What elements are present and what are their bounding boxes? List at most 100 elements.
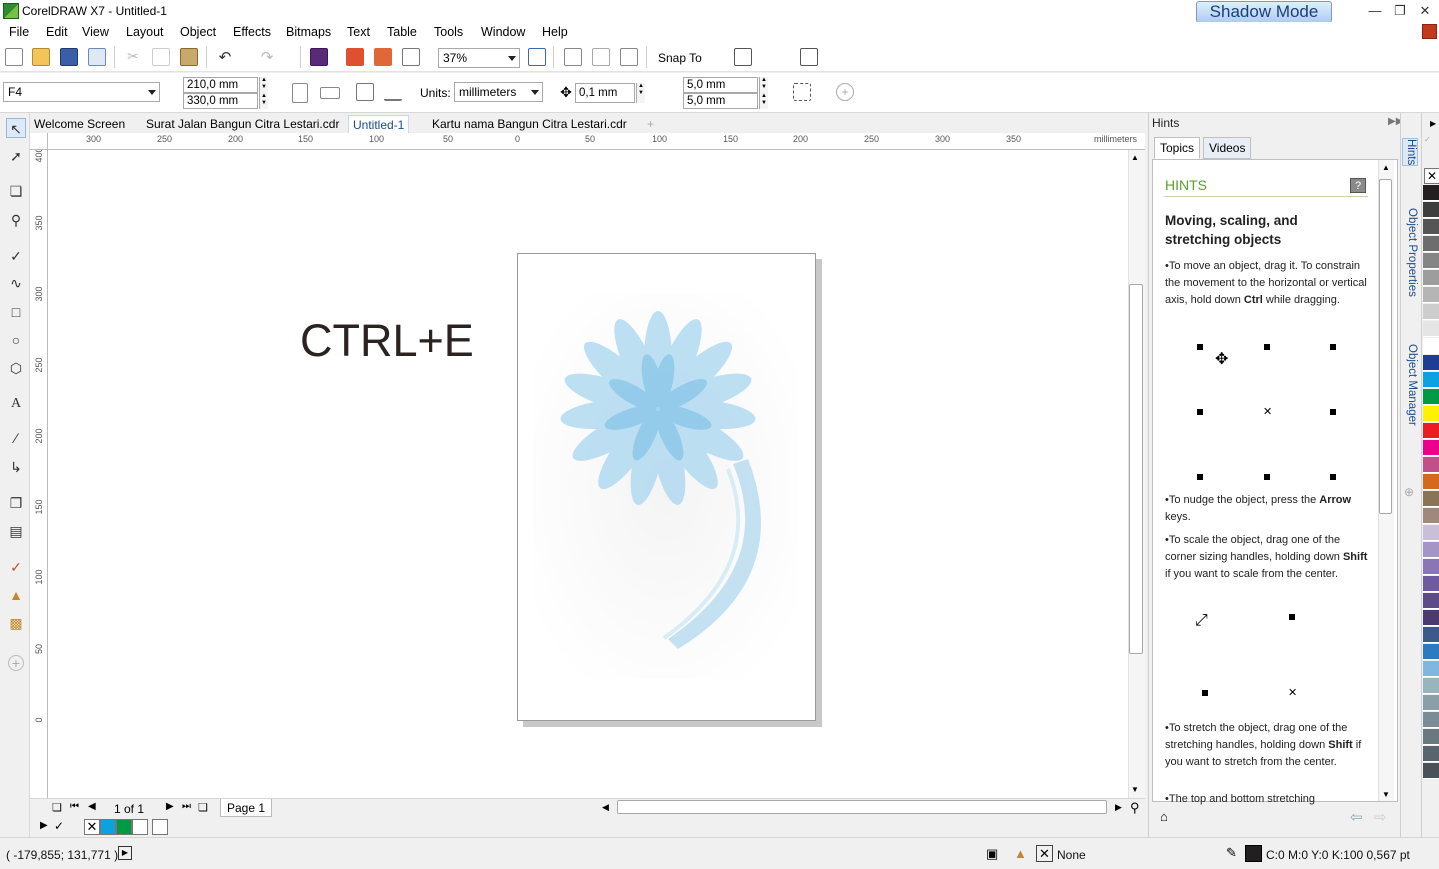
export-icon[interactable] (374, 48, 392, 66)
scroll-down-arrow[interactable]: ▼ (1131, 785, 1139, 794)
tab-videos[interactable]: Videos (1203, 137, 1252, 159)
page-frame-icon[interactable] (793, 83, 811, 101)
palette-color-swatch[interactable] (1423, 508, 1439, 524)
hints-back-icon[interactable]: ⇦ (1350, 808, 1363, 826)
menu-help[interactable]: Help (542, 25, 568, 39)
palette-color-swatch[interactable] (1423, 678, 1439, 694)
rectangle-tool-icon[interactable]: □ (6, 302, 26, 322)
scroll-right-arrow[interactable]: ▶ (1115, 802, 1122, 813)
palette-color-swatch[interactable] (1423, 593, 1439, 609)
duplicate-y-stepper[interactable]: ▲ ▼ (759, 93, 768, 109)
scroll-left-arrow[interactable]: ◀ (602, 802, 609, 813)
ellipse-tool-icon[interactable]: ○ (6, 330, 26, 350)
all-pages-icon[interactable] (356, 83, 374, 101)
page-width-stepper[interactable]: ▲ ▼ (259, 77, 268, 93)
palette-color-swatch[interactable] (1423, 253, 1439, 269)
palette-arrow-icon[interactable]: ▶ (40, 820, 48, 831)
palette-color-swatch[interactable] (1423, 763, 1439, 779)
page-size-select[interactable]: F4 (3, 82, 160, 102)
palette-color-swatch[interactable] (1423, 695, 1439, 711)
palette-color-swatch[interactable] (1423, 406, 1439, 422)
hints-help-icon[interactable]: ? (1350, 178, 1366, 193)
palette-color-swatch[interactable] (1423, 202, 1439, 218)
palette-color-swatch[interactable] (1423, 236, 1439, 252)
search-content-icon[interactable] (310, 48, 328, 66)
menu-text[interactable]: Text (347, 25, 370, 39)
document-page[interactable] (517, 253, 816, 721)
interactive-fill-icon[interactable]: ▲ (6, 585, 26, 605)
palette-color-swatch[interactable] (1423, 287, 1439, 303)
palette-color-swatch[interactable] (1423, 491, 1439, 507)
smart-fill-icon[interactable]: ▩ (6, 613, 26, 633)
page-width-field[interactable]: 210,0 mm (183, 77, 258, 93)
menu-layout[interactable]: Layout (126, 25, 164, 39)
add-page-after-icon[interactable]: ❏ (198, 801, 208, 814)
drop-shadow-tool-icon[interactable]: ❐ (6, 493, 26, 513)
first-page-icon[interactable]: ⏮ (70, 801, 79, 812)
add-tab-icon[interactable]: + (643, 115, 658, 133)
page-tab[interactable]: Page 1 (220, 799, 273, 817)
redo-icon[interactable]: ↷ (258, 48, 276, 66)
new-document-icon[interactable] (5, 48, 23, 66)
maximize-icon[interactable]: ❐ (1389, 2, 1411, 20)
vertical-scroll-thumb[interactable] (1129, 284, 1143, 654)
menu-effects[interactable]: Effects (233, 25, 271, 39)
palette-color-swatch[interactable] (1423, 185, 1439, 201)
menu-window[interactable]: Window (481, 25, 525, 39)
palette-color-swatch[interactable] (1423, 474, 1439, 490)
polygon-tool-icon[interactable]: ⬡ (6, 358, 26, 378)
nudge-stepper[interactable]: ▲ ▼ (636, 83, 645, 103)
previous-page-icon[interactable]: ◀ (88, 801, 96, 812)
palette-color-swatch[interactable] (1423, 559, 1439, 575)
full-screen-icon[interactable] (528, 48, 546, 66)
fill-bucket-icon[interactable]: ▲ (1014, 846, 1027, 861)
add-page-before-icon[interactable]: ❏ (52, 801, 62, 814)
color-swatch[interactable] (116, 819, 132, 835)
show-guidelines-icon[interactable] (620, 48, 638, 66)
docker-tab-hints[interactable]: Hints (1402, 138, 1418, 167)
no-fill-swatch[interactable]: ✕ (1424, 168, 1439, 184)
snap-to-dropdown[interactable]: Snap To (658, 51, 702, 65)
portrait-icon[interactable] (292, 83, 308, 103)
parallel-dimension-tool-icon[interactable]: ∕ (6, 428, 26, 448)
palette-color-swatch[interactable] (1423, 304, 1439, 320)
options-icon[interactable] (734, 48, 752, 66)
palette-color-swatch[interactable] (1423, 542, 1439, 558)
palette-color-swatch[interactable] (1423, 712, 1439, 728)
menu-table[interactable]: Table (387, 25, 417, 39)
add-icon[interactable]: + (836, 83, 854, 101)
freehand-tool-icon[interactable]: ✓ (6, 246, 26, 266)
coreldraw-app-icon[interactable] (3, 3, 19, 19)
palette-color-swatch[interactable] (1423, 576, 1439, 592)
application-launcher-icon[interactable] (762, 48, 780, 66)
text-tool-icon[interactable]: A (6, 394, 26, 414)
palette-color-swatch[interactable] (1423, 644, 1439, 660)
palette-color-swatch[interactable] (1423, 423, 1439, 439)
status-play-icon[interactable]: ▶ (118, 846, 132, 860)
tab-topics[interactable]: Topics (1154, 137, 1201, 159)
import-icon[interactable] (346, 48, 364, 66)
palette-color-swatch[interactable] (1423, 338, 1439, 354)
palette-color-swatch[interactable] (1423, 270, 1439, 286)
next-page-icon[interactable]: ▶ (166, 801, 174, 812)
hints-scroll-down[interactable]: ▼ (1382, 790, 1390, 799)
tab-surat-jalan[interactable]: Surat Jalan Bangun Citra Lestari.cdr (142, 115, 343, 133)
docker-add-icon[interactable]: ⊕ (1404, 485, 1414, 499)
menu-file[interactable]: File (9, 25, 29, 39)
hints-forward-icon[interactable]: ⇨ (1374, 808, 1387, 826)
duplicate-y-field[interactable]: 5,0 mm (683, 93, 758, 109)
hints-home-icon[interactable]: ⌂ (1160, 809, 1168, 824)
menu-bitmaps[interactable]: Bitmaps (286, 25, 331, 39)
landscape-icon[interactable] (320, 87, 340, 99)
menu-tools[interactable]: Tools (434, 25, 463, 39)
color-swatch[interactable] (152, 819, 168, 835)
tab-welcome-screen[interactable]: Welcome Screen (30, 115, 129, 133)
last-page-icon[interactable]: ⏭ (182, 801, 191, 812)
hints-scroll-up[interactable]: ▲ (1382, 163, 1390, 172)
customize-toolbar-icon[interactable] (800, 48, 818, 66)
palette-scroll-up-icon[interactable]: ▶ (1430, 119, 1436, 128)
nudge-distance-field[interactable]: 0,1 mm (575, 83, 635, 103)
help-icon[interactable] (1422, 24, 1437, 39)
palette-color-swatch[interactable] (1423, 457, 1439, 473)
docker-tab-object-properties[interactable]: Object Properties (1402, 208, 1418, 297)
